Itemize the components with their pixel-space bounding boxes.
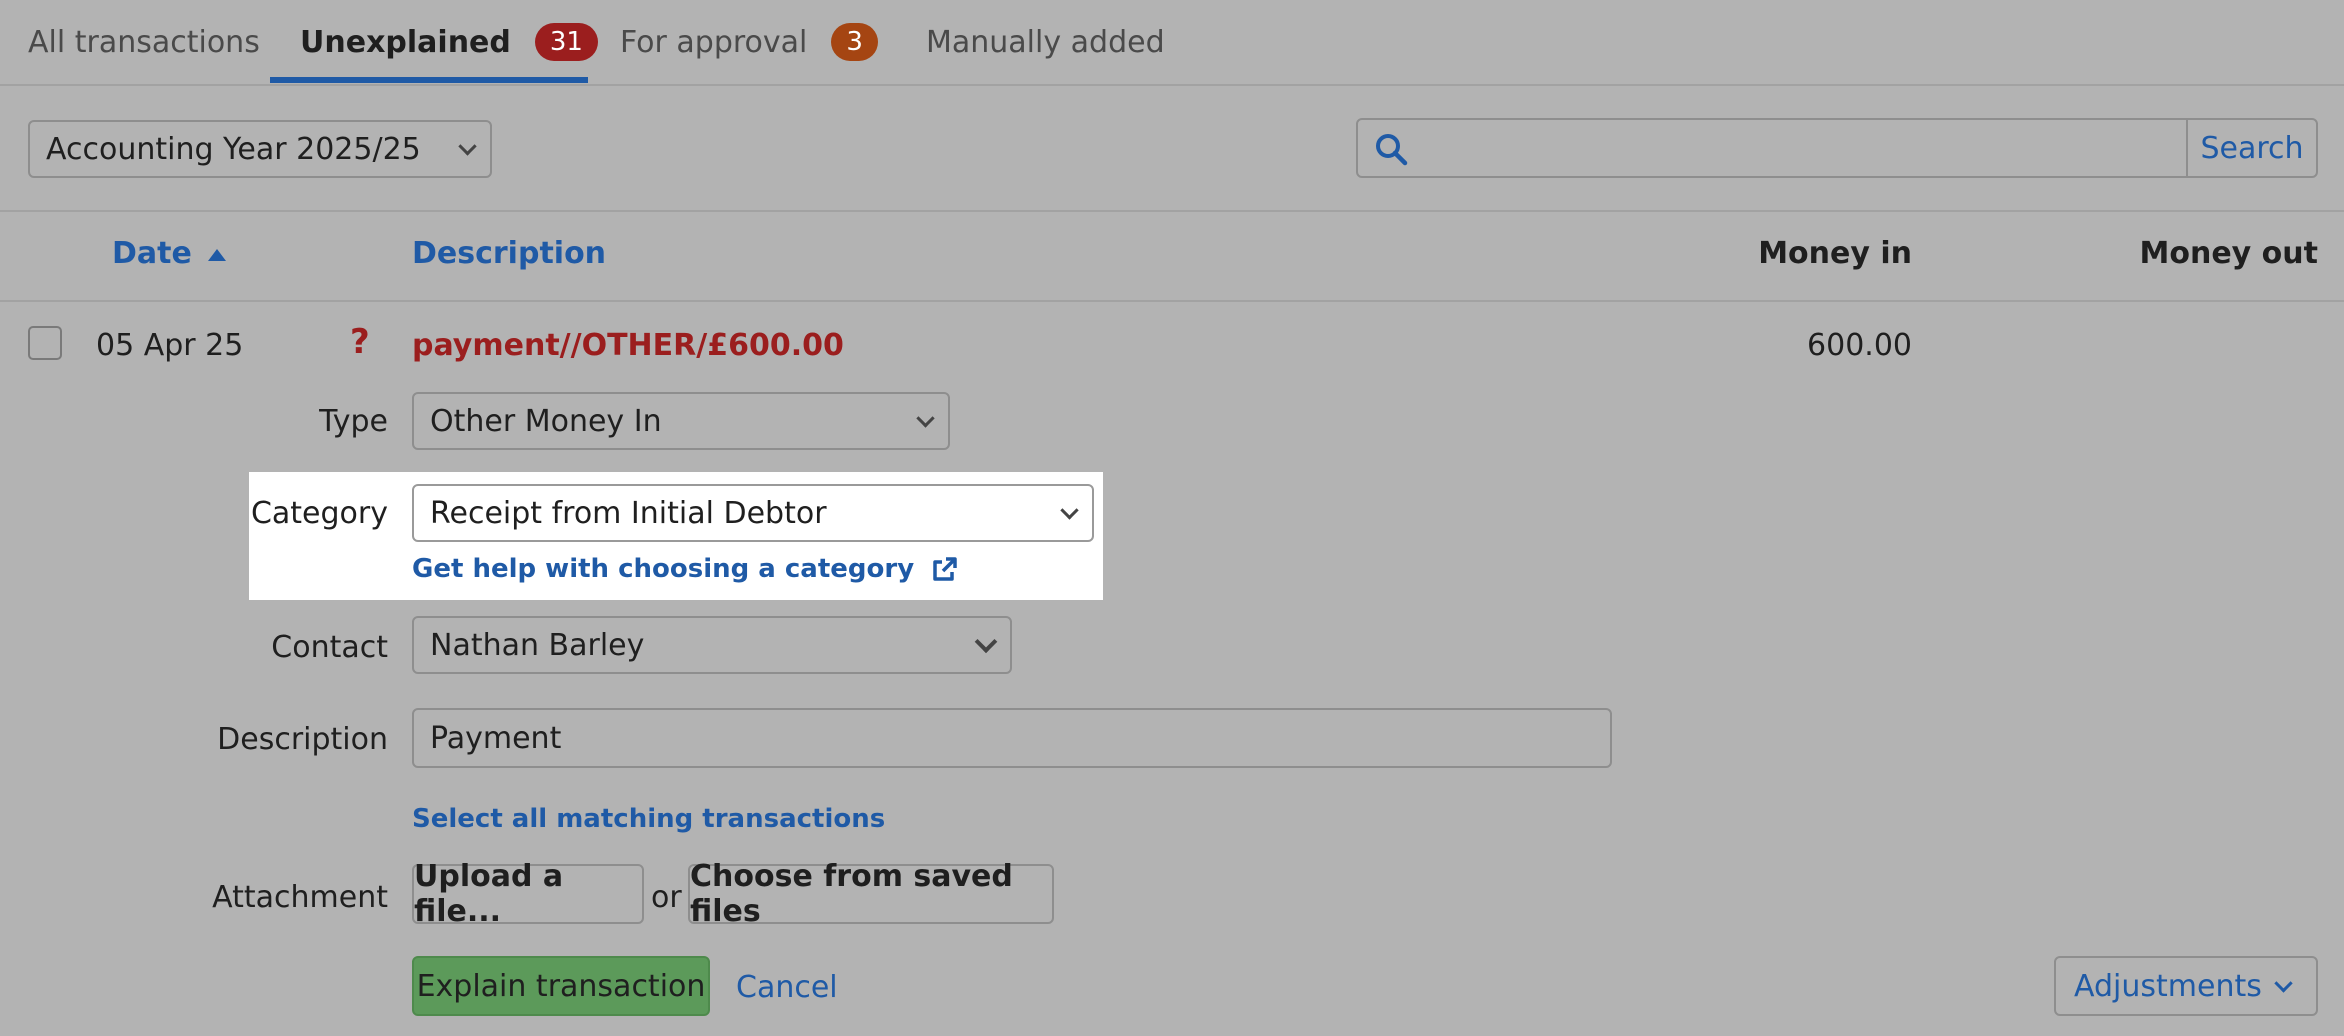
divider bbox=[0, 210, 2344, 212]
date-column-header[interactable]: Date bbox=[112, 236, 228, 271]
chevron-down-icon bbox=[974, 630, 998, 654]
chevron-down-icon bbox=[2274, 974, 2293, 993]
contact-label: Contact bbox=[271, 630, 388, 665]
row-select-checkbox[interactable] bbox=[28, 326, 62, 360]
cancel-button[interactable]: Cancel bbox=[736, 970, 838, 1005]
divider bbox=[0, 300, 2344, 302]
type-select[interactable]: Other Money In bbox=[412, 392, 950, 450]
description-label: Description bbox=[217, 722, 388, 757]
accounting-year-select[interactable]: Accounting Year 2025/25 bbox=[28, 120, 492, 178]
tab-all-transactions-label: All transactions bbox=[28, 24, 260, 60]
category-help-link[interactable]: Get help with choosing a category bbox=[412, 554, 959, 585]
chevron-down-icon bbox=[916, 409, 935, 428]
money-in-column-header: Money in bbox=[1758, 236, 1912, 271]
category-label: Category bbox=[250, 496, 388, 531]
category-help-text: Get help with choosing a category bbox=[412, 554, 915, 584]
category-value: Receipt from Initial Debtor bbox=[430, 495, 827, 531]
unexplained-count-badge: 31 bbox=[534, 23, 598, 61]
select-matching-transactions-link[interactable]: Select all matching transactions bbox=[412, 804, 885, 834]
description-field[interactable]: Payment bbox=[412, 708, 1612, 768]
money-out-column-header: Money out bbox=[2139, 236, 2318, 271]
tab-unexplained-label: Unexplained bbox=[300, 24, 511, 60]
transaction-description[interactable]: payment//OTHER/£600.00 bbox=[412, 328, 844, 363]
tab-manually-added-label: Manually added bbox=[926, 24, 1165, 60]
external-link-icon bbox=[933, 556, 957, 581]
tab-bar: All transactions Unexplained 31 For appr… bbox=[0, 0, 2344, 86]
search-input[interactable] bbox=[1356, 118, 2188, 178]
attachment-label: Attachment bbox=[212, 880, 388, 915]
upload-file-button[interactable]: Upload a file... bbox=[412, 859, 644, 929]
tab-all-transactions[interactable]: All transactions bbox=[28, 0, 260, 84]
tab-manually-added[interactable]: Manually added bbox=[926, 0, 1165, 84]
type-label: Type bbox=[319, 404, 388, 439]
tab-unexplained[interactable]: Unexplained 31 bbox=[300, 0, 598, 84]
explain-transaction-button[interactable]: Explain transaction bbox=[412, 956, 710, 1016]
transaction-money-in: 600.00 bbox=[1807, 328, 1912, 363]
chevron-down-icon bbox=[1060, 501, 1079, 520]
contact-value: Nathan Barley bbox=[430, 627, 645, 663]
unexplained-status-icon: ? bbox=[350, 322, 370, 362]
adjustments-dropdown-button[interactable]: Adjustments bbox=[2054, 956, 2318, 1016]
adjustments-label: Adjustments bbox=[2074, 968, 2262, 1004]
approval-count-badge: 3 bbox=[831, 23, 878, 61]
chevron-down-icon bbox=[458, 137, 477, 156]
search-button[interactable]: Search bbox=[2186, 118, 2318, 178]
transaction-date: 05 Apr 25 bbox=[96, 328, 244, 363]
search-icon bbox=[1376, 134, 1408, 166]
tab-for-approval-label: For approval bbox=[620, 24, 808, 60]
description-value: Payment bbox=[430, 720, 562, 756]
date-header-label: Date bbox=[112, 236, 192, 271]
tab-for-approval[interactable]: For approval 3 bbox=[620, 0, 878, 84]
contact-select[interactable]: Nathan Barley bbox=[412, 616, 1012, 674]
category-select[interactable]: Receipt from Initial Debtor bbox=[412, 484, 1094, 542]
accounting-year-value: Accounting Year 2025/25 bbox=[46, 131, 421, 167]
type-value: Other Money In bbox=[430, 403, 662, 439]
or-text: or bbox=[651, 880, 682, 915]
sort-ascending-icon bbox=[208, 248, 227, 261]
choose-saved-files-button[interactable]: Choose from saved files bbox=[688, 859, 1054, 929]
active-tab-indicator bbox=[270, 77, 588, 83]
description-column-header[interactable]: Description bbox=[412, 236, 606, 271]
